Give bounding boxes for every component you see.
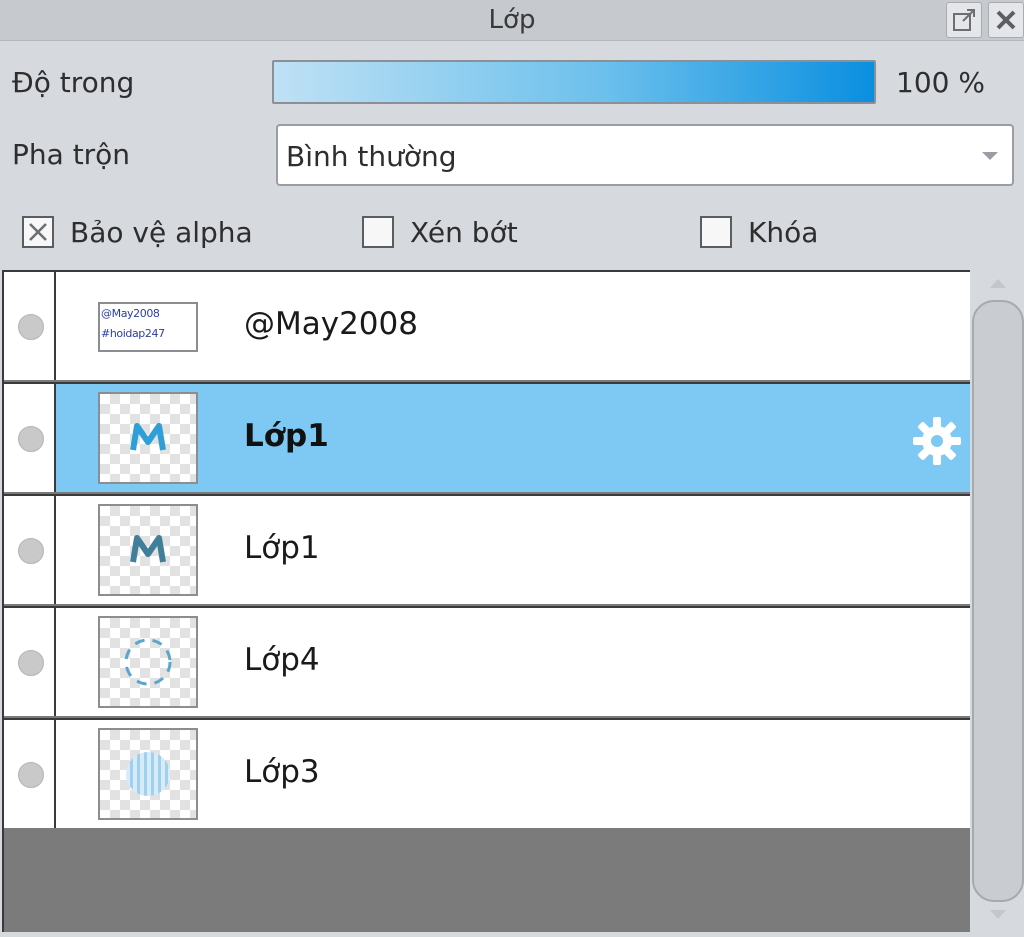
thumbnail-text-line: #hoidap247: [101, 327, 165, 340]
scroll-down-arrow-icon[interactable]: [988, 908, 1008, 922]
detach-icon[interactable]: [946, 2, 982, 38]
panel-titlebar: Lớp: [0, 0, 1024, 41]
layer-name: Lớp3: [244, 754, 320, 790]
blend-mode-value: Bình thường: [286, 140, 457, 173]
visibility-column: [4, 384, 56, 492]
layer-thumbnail: [98, 392, 198, 484]
alpha-protect-label: Bảo vệ alpha: [70, 216, 253, 249]
visibility-column: [4, 496, 56, 604]
layer-row[interactable]: Lớp4: [4, 606, 970, 716]
layer-row[interactable]: Lớp3: [4, 718, 970, 828]
visibility-toggle[interactable]: [18, 762, 44, 788]
opacity-slider[interactable]: [272, 60, 876, 104]
opacity-value: 100 %: [896, 66, 985, 99]
visibility-toggle[interactable]: [18, 538, 44, 564]
clipping-label: Xén bớt: [410, 216, 518, 249]
letter-m-thumbnail-icon: [130, 535, 166, 563]
thumbnail-text-line: @May2008: [101, 307, 160, 320]
checkbox-cross-icon: [29, 223, 47, 241]
opacity-slider-fill: [274, 62, 874, 102]
layer-list: @May2008 #hoidap247 @May2008 Lớp1 Lớp1 L…: [2, 270, 970, 932]
layer-thumbnail: [98, 728, 198, 820]
layer-row-selected[interactable]: Lớp1: [4, 382, 970, 492]
visibility-toggle[interactable]: [18, 650, 44, 676]
visibility-column: [4, 608, 56, 716]
clipping-box[interactable]: [362, 216, 394, 248]
layer-name: Lớp1: [244, 530, 320, 566]
gear-icon[interactable]: [910, 414, 964, 468]
panel-title: Lớp: [488, 5, 536, 35]
layer-thumbnail: [98, 504, 198, 596]
lock-box[interactable]: [700, 216, 732, 248]
striped-disc-thumbnail-icon: [126, 752, 170, 796]
layer-row[interactable]: Lớp1: [4, 494, 970, 604]
scrollbar-thumb[interactable]: [972, 300, 1024, 902]
visibility-toggle[interactable]: [18, 426, 44, 452]
layer-name: @May2008: [244, 306, 418, 342]
opacity-label: Độ trong: [12, 66, 135, 99]
chevron-down-icon: [982, 152, 998, 160]
lock-label: Khóa: [748, 216, 819, 249]
layer-name: Lớp1: [244, 418, 329, 454]
dashed-circle-thumbnail-icon: [124, 638, 172, 686]
layer-row[interactable]: @May2008 #hoidap247 @May2008: [4, 270, 970, 380]
scroll-up-arrow-icon[interactable]: [988, 276, 1008, 290]
layer-thumbnail: @May2008 #hoidap247: [98, 302, 198, 352]
visibility-column: [4, 720, 56, 828]
visibility-column: [4, 272, 56, 380]
close-icon[interactable]: [988, 2, 1024, 38]
blend-mode-select[interactable]: Bình thường: [276, 124, 1014, 186]
layer-name: Lớp4: [244, 642, 320, 678]
alpha-protect-box[interactable]: [22, 216, 54, 248]
layer-thumbnail: [98, 616, 198, 708]
blend-mode-label: Pha trộn: [12, 138, 131, 171]
visibility-toggle[interactable]: [18, 314, 44, 340]
letter-m-thumbnail-icon: [130, 423, 166, 451]
